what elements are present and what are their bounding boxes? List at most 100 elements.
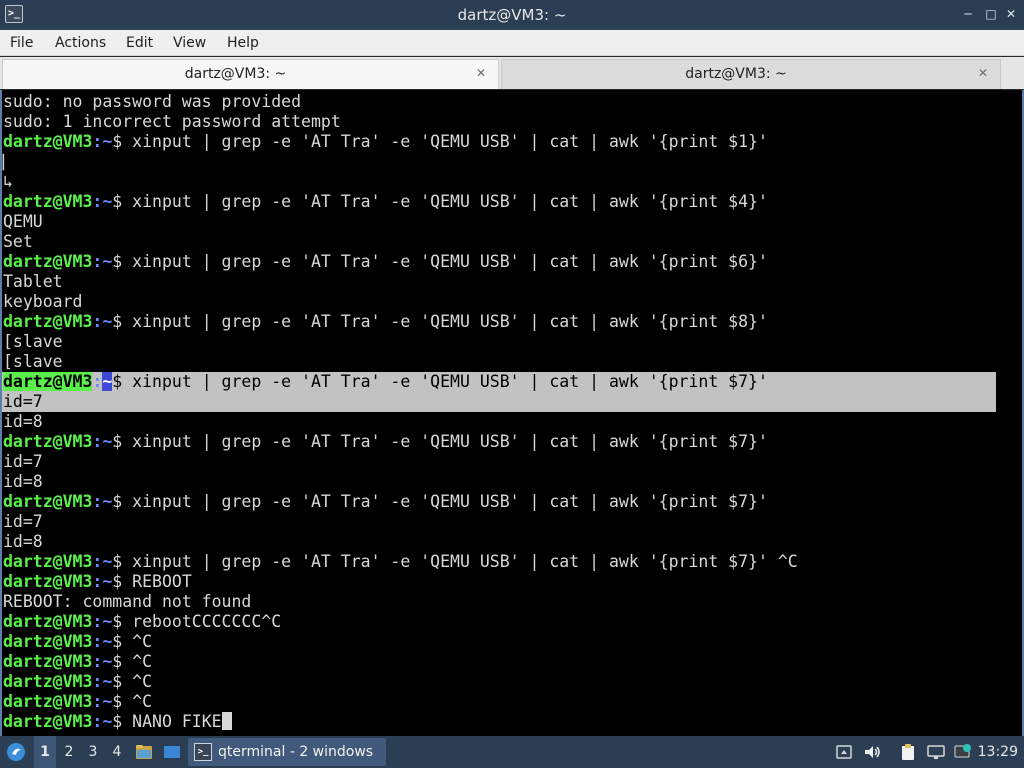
prompt-sign: $ (112, 252, 133, 271)
task-label: qterminal - 2 windows (218, 744, 374, 760)
task-button-qterminal[interactable]: >_ qterminal - 2 windows (188, 738, 386, 766)
prompt-separator: : (92, 652, 103, 671)
prompt-line: dartz@VM3:~$ REBOOT (2, 572, 996, 592)
prompt-path: ~ (102, 672, 113, 691)
prompt-separator: : (92, 492, 103, 511)
clipboard-icon[interactable] (898, 742, 918, 762)
terminal-view[interactable]: sudo: no password was provided sudo: 1 in… (0, 90, 1024, 736)
prompt-sign: $ (112, 192, 133, 211)
prompt-sign: $ (112, 432, 133, 451)
prompt-path: ~ (102, 192, 113, 211)
tab-label: dartz@VM3: ~ (685, 66, 787, 82)
command-text: rebootCCCCCCC^C (132, 612, 282, 631)
prompt-sign: $ (112, 632, 133, 651)
tab-label: dartz@VM3: ~ (184, 66, 287, 82)
title-bar: >_ dartz@VM3: ~ ─ □ ✕ (0, 0, 1024, 30)
output-text: id=8 (3, 532, 43, 551)
clock[interactable]: 13:29 (978, 736, 1018, 768)
prompt-path: ~ (102, 312, 113, 331)
text-cursor (221, 712, 232, 730)
prompt-sign: $ (112, 672, 133, 691)
output-text: REBOOT: command not found (3, 592, 252, 611)
output-line: Set (2, 232, 996, 252)
output-text: QEMU (3, 212, 43, 231)
removable-media-icon[interactable] (834, 742, 854, 762)
prompt-separator: : (92, 692, 103, 711)
prompt-path: ~ (102, 252, 113, 271)
command-text: ^C (132, 692, 153, 711)
menu-edit[interactable]: Edit (126, 30, 153, 56)
menu-view[interactable]: View (173, 30, 206, 56)
minimize-button[interactable]: ─ (961, 7, 975, 21)
tab-1[interactable]: dartz@VM3: ~ ✕ (2, 59, 499, 89)
prompt-sign: $ (112, 372, 133, 391)
tab-close-icon[interactable]: ✕ (976, 66, 990, 80)
prompt-user: dartz@VM3 (3, 712, 93, 731)
output-text: ⎸ (3, 152, 20, 171)
prompt-sign: $ (112, 492, 133, 511)
output-text: ↳ (3, 172, 13, 191)
network-icon[interactable] (926, 742, 946, 762)
prompt-user: dartz@VM3 (3, 492, 93, 511)
prompt-line: dartz@VM3:~$ ^C (2, 652, 996, 672)
close-button[interactable]: ✕ (1004, 7, 1018, 21)
output-text: id=8 (3, 412, 43, 431)
prompt-line: dartz@VM3:~$ ^C (2, 692, 996, 712)
workspace-2[interactable]: 2 (58, 736, 80, 768)
prompt-user: dartz@VM3 (3, 572, 93, 591)
terminal-scrollbar[interactable] (996, 90, 1022, 736)
prompt-line: dartz@VM3:~$ rebootCCCCCCC^C (2, 612, 996, 632)
prompt-separator: : (92, 612, 103, 631)
command-text: xinput | grep -e 'AT Tra' -e 'QEMU USB' … (132, 552, 798, 571)
terminal-icon: >_ (194, 743, 212, 761)
prompt-path: ~ (102, 372, 113, 391)
tab-2[interactable]: dartz@VM3: ~ ✕ (501, 59, 1001, 89)
menu-bar: File Actions Edit View Help (0, 30, 1024, 56)
command-text: REBOOT (132, 572, 192, 591)
output-line: keyboard (2, 292, 996, 312)
output-text: [slave (3, 332, 63, 351)
prompt-separator: : (92, 712, 103, 731)
workspace-4[interactable]: 4 (106, 736, 128, 768)
command-text: xinput | grep -e 'AT Tra' -e 'QEMU USB' … (132, 492, 768, 511)
window-title: dartz@VM3: ~ (457, 6, 567, 24)
file-manager-icon[interactable] (134, 742, 154, 762)
prompt-line: dartz@VM3:~$ xinput | grep -e 'AT Tra' -… (2, 192, 996, 212)
command-text: ^C (132, 632, 153, 651)
prompt-line: dartz@VM3:~$ xinput | grep -e 'AT Tra' -… (2, 252, 996, 272)
menu-help[interactable]: Help (227, 30, 259, 56)
output-text: Tablet (3, 272, 63, 291)
prompt-path: ~ (102, 692, 113, 711)
prompt-separator: : (92, 252, 103, 271)
prompt-user: dartz@VM3 (3, 632, 93, 651)
update-icon[interactable] (952, 742, 972, 762)
prompt-separator: : (92, 432, 103, 451)
prompt-user: dartz@VM3 (3, 672, 93, 691)
prompt-user: dartz@VM3 (3, 552, 93, 571)
volume-icon[interactable] (862, 742, 882, 762)
prompt-line: dartz@VM3:~$ xinput | grep -e 'AT Tra' -… (2, 372, 996, 392)
menu-file[interactable]: File (10, 30, 33, 56)
desktop-icon[interactable] (162, 742, 182, 762)
command-text: xinput | grep -e 'AT Tra' -e 'QEMU USB' … (132, 132, 768, 151)
output-line: [slave (2, 352, 996, 372)
prompt-sign: $ (112, 612, 133, 631)
maximize-button[interactable]: □ (984, 7, 998, 21)
prompt-user: dartz@VM3 (3, 652, 93, 671)
output-line: [slave (2, 332, 996, 352)
command-text: ^C (132, 672, 153, 691)
command-text: xinput | grep -e 'AT Tra' -e 'QEMU USB' … (132, 252, 768, 271)
prompt-separator: : (92, 552, 103, 571)
workspace-3[interactable]: 3 (82, 736, 104, 768)
output-text: [slave (3, 352, 63, 371)
output-line: ⎸ (2, 152, 996, 172)
prompt-separator: : (92, 572, 103, 591)
command-text: xinput | grep -e 'AT Tra' -e 'QEMU USB' … (132, 312, 768, 331)
lxqt-menu-icon[interactable] (6, 742, 26, 762)
workspace-1[interactable]: 1 (34, 736, 56, 768)
tab-close-icon[interactable]: ✕ (474, 66, 488, 80)
prompt-sign: $ (112, 652, 133, 671)
output-line: id=8 (2, 472, 996, 492)
prompt-line: dartz@VM3:~$ xinput | grep -e 'AT Tra' -… (2, 492, 996, 512)
menu-actions[interactable]: Actions (55, 30, 106, 56)
